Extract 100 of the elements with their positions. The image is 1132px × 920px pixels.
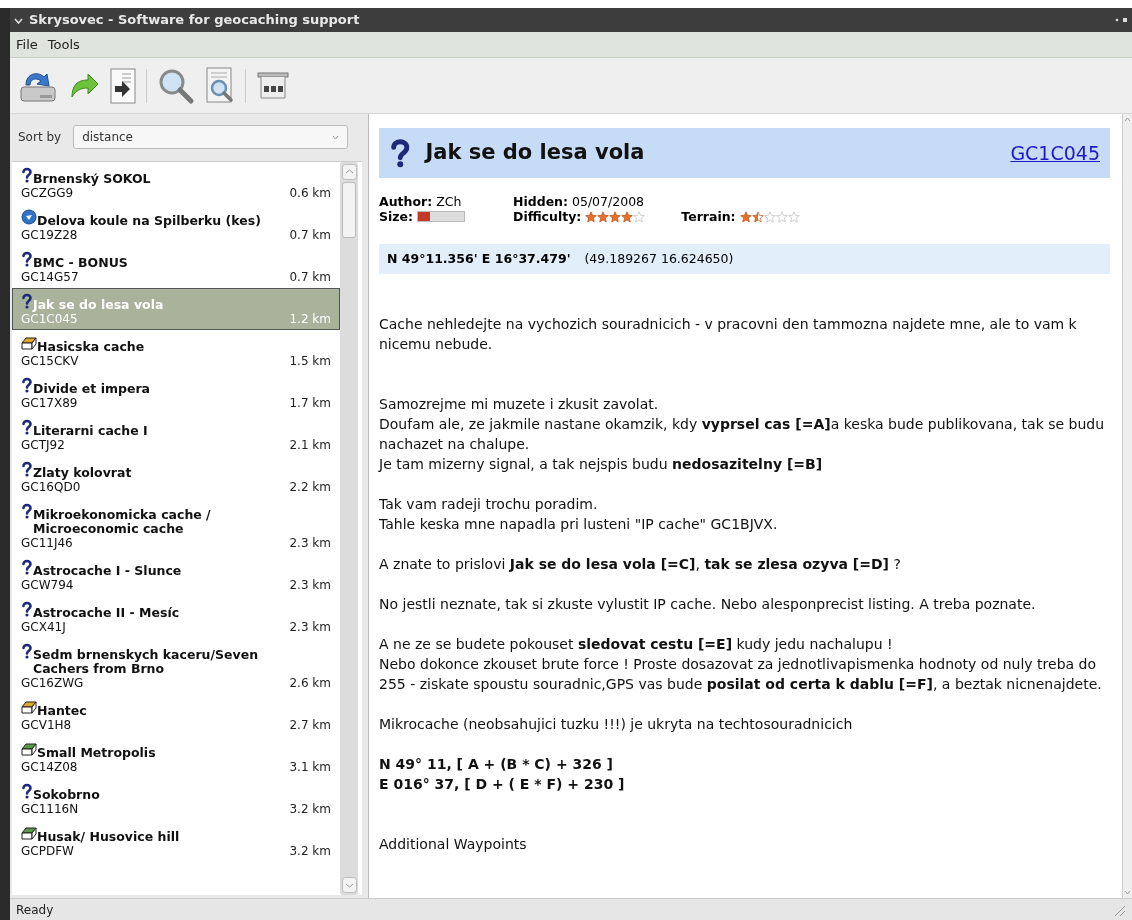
import-document-icon[interactable]	[110, 67, 136, 104]
question-mark-icon	[21, 503, 33, 519]
cache-code: GC11J46	[21, 536, 73, 551]
sort-dropdown[interactable]: distance	[73, 125, 348, 149]
box-icon	[21, 741, 37, 757]
star-icon	[763, 210, 776, 223]
star-icon	[751, 210, 764, 223]
cache-list-item[interactable]: Astrocache I - Slunce GCW794 2.3 km	[12, 554, 340, 596]
cache-code: GCPDFW	[21, 844, 74, 859]
cache-code: GC1116N	[21, 802, 79, 817]
cache-name: Hantec	[37, 702, 87, 718]
box-icon	[21, 699, 37, 715]
cache-name: Astrocache II - Mesíc	[33, 604, 180, 620]
cache-distance: 2.3 km	[289, 578, 331, 593]
star-icon	[739, 210, 752, 223]
cache-code: GC15CKV	[21, 354, 79, 369]
disc-icon	[21, 209, 37, 225]
box-icon	[21, 335, 37, 351]
cache-code: GCV1H8	[21, 718, 72, 733]
cache-name: Sokobrno	[33, 786, 100, 802]
hidden-date: Hidden: 05/07/2008	[513, 194, 646, 209]
cache-distance: 1.5 km	[289, 354, 331, 369]
difficulty-label: Difficulty:	[513, 209, 582, 224]
question-mark-icon	[21, 643, 33, 659]
cache-distance: 2.7 km	[289, 718, 331, 733]
description-paragraph: Samozrejme mi muzete i zkusit zavolat. Doufam ale, ze jakmile nastane okamzik, kdy vyprsel cas [=A]a keska bude publikovana, tak se budu nachazet na chalupe. Je tam mizerny signal, a tak nejspis budu nedosazitelny [=B]	[379, 395, 1106, 474]
cache-code: GCW794	[21, 578, 74, 593]
question-mark-icon	[389, 138, 412, 168]
cache-list-item[interactable]: Mikroekonomicka cache / Microeconomic cache GC11J46 2.3 km	[12, 498, 340, 554]
cache-distance: 1.7 km	[289, 396, 331, 411]
question-mark-icon	[21, 461, 33, 477]
star-icon	[775, 210, 788, 223]
cache-list-item[interactable]: Astrocache II - Mesíc GCX41J 2.3 km	[12, 596, 340, 638]
description-paragraph: Mikrocache (neobsahujici tuzku !!!) je ukryta na techtosouradnicich	[379, 715, 854, 734]
status-text: Ready	[16, 901, 55, 919]
document-search-icon[interactable]	[205, 66, 235, 105]
scroll-thumb[interactable]	[342, 182, 356, 238]
star-icon	[597, 210, 610, 223]
cache-list-item[interactable]: Hantec GCV1H8 2.7 km	[12, 694, 340, 736]
caret-icon	[332, 134, 339, 140]
cache-code: GCZGG9	[21, 186, 74, 201]
cache-list-item[interactable]: Husak/ Husovice hill GCPDFW 3.2 km	[12, 820, 340, 862]
cache-distance: 1.2 km	[289, 312, 331, 327]
cache-name: Husak/ Husovice hill	[37, 828, 180, 844]
star-icon	[609, 210, 622, 223]
cache-code: GC1C045	[21, 312, 78, 327]
sort-label: Sort by	[18, 129, 62, 146]
cache-list-item[interactable]: Literarni cache I GCTJ92 2.1 km	[12, 414, 340, 456]
size-label: Size:	[379, 209, 414, 224]
cache-list-item[interactable]: Zlaty kolovrat GC16QD0 2.2 km	[12, 456, 340, 498]
cache-list-item[interactable]: Delova koule na Spilberku (kes) GC19Z28 0.7 km	[12, 204, 340, 246]
decimal-coordinates: (49.189267 16.624650)	[584, 249, 734, 268]
cache-name: Jak se do lesa vola	[33, 296, 164, 312]
terrain-label: Terrain:	[681, 209, 736, 224]
cache-code: GC14G57	[21, 270, 79, 285]
cache-code-link[interactable]: GC1C045	[1010, 138, 1100, 168]
question-mark-icon	[21, 377, 33, 393]
cache-name: Delova koule na Spilberku (kes)	[37, 212, 261, 228]
cache-distance: 3.2 km	[289, 844, 331, 859]
question-mark-icon	[21, 783, 33, 799]
question-mark-icon	[21, 293, 33, 309]
cache-list-item[interactable]: Divide et impera GC17X89 1.7 km	[12, 372, 340, 414]
question-mark-icon	[21, 419, 33, 435]
description-paragraph: Cache nehledejte na vychozich souradnicich - v pracovni den tammozna najdete mne, ale to vam k nicemu nebude.	[379, 315, 1078, 354]
cache-distance: 3.1 km	[289, 760, 331, 775]
menu-item[interactable]: File	[16, 34, 38, 55]
cache-list-item[interactable]: BMC - BONUS GC14G57 0.7 km	[12, 246, 340, 288]
list-scrollbar[interactable]	[340, 162, 358, 895]
cache-name: Literarni cache I	[33, 422, 148, 438]
cache-name: Divide et impera	[33, 380, 150, 396]
description-paragraph: A znate to prislovi Jak se do lesa vola [=C], tak se zlesa ozyva [=D] ?	[379, 555, 902, 574]
cache-name: Small Metropolis	[37, 744, 156, 760]
star-icon	[633, 210, 646, 223]
cache-title: Jak se do lesa vola	[425, 139, 646, 167]
star-icon	[585, 210, 598, 223]
cache-distance: 0.7 km	[289, 228, 331, 243]
description-paragraph: Tak vam radeji trochu poradim. Tahle keska mne napadla pri lusteni "IP cache" GC1BJVX.	[379, 495, 779, 534]
cache-list-item[interactable]: Hasicska cache GC15CKV 1.5 km	[12, 330, 340, 372]
cache-distance: 2.2 km	[289, 480, 331, 495]
cache-code: GC16ZWG	[21, 676, 84, 691]
window-controls-icon[interactable]	[1114, 17, 1128, 23]
cache-code: GC19Z28	[21, 228, 78, 243]
filter-panel-icon[interactable]	[256, 70, 290, 101]
cache-distance: 3.2 km	[289, 802, 331, 817]
cache-name: BMC - BONUS	[33, 254, 128, 270]
cache-distance: 2.3 km	[289, 620, 331, 635]
cache-list-item[interactable]: Sokobrno GC1116N 3.2 km	[12, 778, 340, 820]
cache-distance: 2.6 km	[289, 676, 331, 691]
question-mark-icon	[21, 601, 33, 617]
star-icon	[621, 210, 634, 223]
cache-list-item[interactable]: Brnenský SOKOL GCZGG9 0.6 km	[12, 162, 340, 204]
cache-list-item[interactable]: Small Metropolis GC14Z08 3.1 km	[12, 736, 340, 778]
cache-list-item[interactable]: Sedm brnenskych kaceru/Seven Cachers from Brno GC16ZWG 2.6 km	[12, 638, 340, 694]
question-mark-icon	[21, 167, 33, 183]
cache-name: Zlaty kolovrat	[33, 464, 132, 480]
cache-distance: 2.3 km	[289, 536, 331, 551]
detail-scrollbar[interactable]	[1122, 114, 1132, 898]
box-icon	[21, 825, 37, 841]
cache-code: GC14Z08	[21, 760, 78, 775]
menu-item[interactable]: Tools	[47, 34, 80, 55]
